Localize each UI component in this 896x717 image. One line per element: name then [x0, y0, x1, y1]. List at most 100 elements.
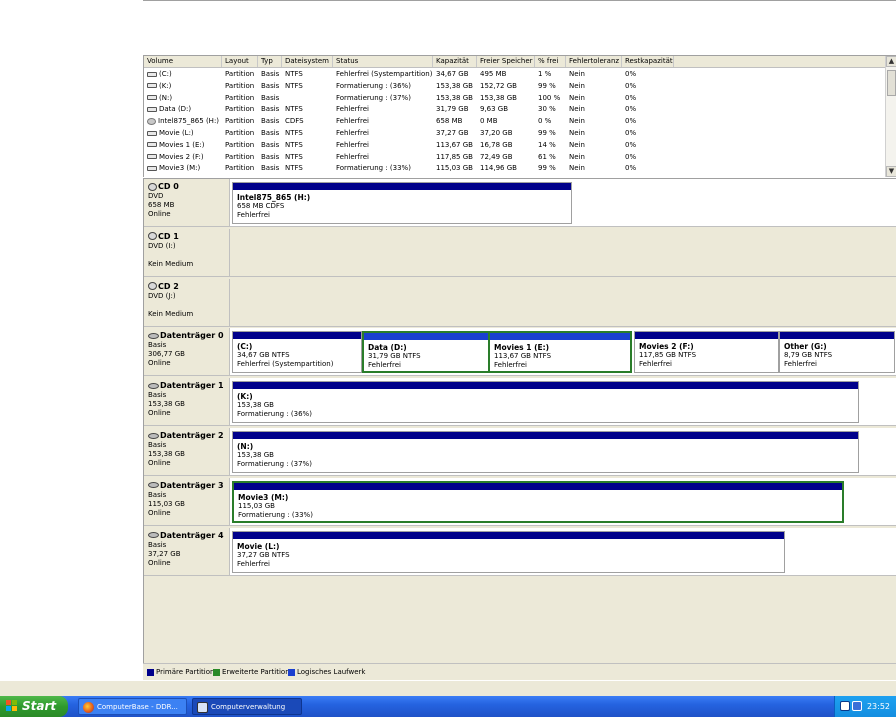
column-header[interactable]: % frei [535, 56, 566, 67]
table-cell: Basis [258, 92, 282, 104]
column-header[interactable]: Fehlertoleranz [566, 56, 622, 67]
disk-title-text: CD 1 [158, 231, 179, 241]
column-header[interactable]: Layout [222, 56, 258, 67]
partition-block[interactable]: Movie (L:) 37,27 GB NTFS Fehlerfrei [232, 530, 785, 573]
table-cell: 658 MB [433, 115, 477, 127]
table-cell: Partition [222, 103, 258, 115]
partition-block[interactable]: Other (G:) 8,79 GB NTFS Fehlerfrei [779, 331, 895, 374]
table-cell: 34,67 GB [433, 68, 477, 80]
table-cell-text: 16,78 GB [480, 140, 513, 149]
column-header[interactable]: Freier Speicher [477, 56, 535, 67]
disk-detail: Kein Medium [148, 309, 194, 318]
clock[interactable]: 23:52 [867, 696, 890, 717]
disk-graphical-view: CD 0 DVD 658 MB Online Intel875_865 (H:) 658 … [143, 178, 896, 664]
table-cell-text: Nein [569, 105, 585, 114]
taskbar-item-label: Computerverwaltung [211, 703, 286, 711]
table-cell-text: 100 % [538, 93, 561, 102]
disk-partition-area [230, 228, 896, 277]
table-row[interactable]: Intel875_865 (H:) Partition Basis CDFS Fehle… [144, 115, 885, 127]
table-cell: Movie (L:) [144, 127, 222, 139]
partition-block[interactable]: (K:) 153,38 GB Formatierung : (36%) [232, 381, 859, 424]
table-cell: 16,78 GB [477, 139, 535, 151]
disk-info[interactable]: CD 0 DVD 658 MB Online [144, 179, 230, 227]
disk-detail [148, 251, 225, 260]
partition-block[interactable]: Data (D:) 31,79 GB NTFS Fehlerfrei [362, 331, 490, 374]
language-bar-icon[interactable] [840, 701, 850, 711]
column-header[interactable]: Volume [144, 56, 222, 67]
column-header[interactable]: Kapazität [433, 56, 477, 67]
table-cell-text: Formatierung : (33%) [336, 164, 411, 173]
partition-name: Data (D:) [368, 343, 407, 353]
table-cell: Basis [258, 162, 282, 174]
disk-info[interactable]: Datenträger 3 Basis 115,03 GB Online [144, 477, 230, 526]
table-cell-text: Nein [569, 117, 585, 126]
table-row[interactable]: (C:) Partition Basis NTFS Fehlerfrei (System… [144, 68, 885, 80]
table-cell-text: 658 MB [436, 117, 463, 126]
partition-type-bar [233, 432, 858, 439]
disk-info[interactable]: Datenträger 0 Basis 306,77 GB Online [144, 328, 230, 377]
disk-detail: Online [148, 558, 171, 567]
disk-title-text: Datenträger 1 [160, 381, 224, 391]
scroll-thumb[interactable] [887, 70, 896, 96]
disk-info[interactable]: Datenträger 4 Basis 37,27 GB Online [144, 527, 230, 576]
partition-text: (N:) 153,38 GB Formatierung : (37%) [237, 442, 856, 469]
disk-detail: DVD [148, 192, 164, 200]
partition-block[interactable]: Movie3 (M:) 115,03 GB Formatierung : (33%) [232, 480, 844, 523]
disk-info[interactable]: CD 1 DVD (I:) Kein Medium [144, 228, 230, 277]
partition-block[interactable]: Movies 2 (F:) 117,85 GB NTFS Fehlerfrei [634, 331, 779, 374]
partition-status: Fehlerfrei [237, 559, 270, 568]
table-cell-text: (K:) [159, 81, 172, 90]
window-top-border [143, 0, 896, 1]
network-icon[interactable] [852, 701, 862, 711]
scroll-up-icon[interactable]: ▲ [886, 56, 896, 67]
table-row[interactable]: Movies 1 (E:) Partition Basis NTFS Fehlerfre… [144, 139, 885, 151]
column-header[interactable]: Typ [258, 56, 282, 67]
taskbar-item-computerverwaltung[interactable]: Computerverwaltung [192, 698, 302, 715]
table-cell-text: Movies 1 (E:) [159, 140, 205, 149]
table-cell-text: 114,96 GB [480, 164, 517, 173]
disk-detail: 306,77 GB [148, 350, 185, 359]
disk-detail: Basis [148, 540, 167, 549]
table-row[interactable]: (K:) Partition Basis NTFS Formatierung : (36… [144, 80, 885, 92]
table-cell: 0% [622, 103, 674, 115]
disk-info[interactable]: Datenträger 2 Basis 153,38 GB Online [144, 428, 230, 476]
table-cell: (C:) [144, 68, 222, 80]
table-row[interactable]: Data (D:) Partition Basis NTFS Fehlerfrei 31,… [144, 103, 885, 115]
disk-row: Datenträger 3 Basis 115,03 GB Online Movie3 … [144, 477, 896, 528]
disk-title: Datenträger 3 [148, 481, 225, 491]
cd-icon [147, 117, 156, 125]
disk-detail: Basis [148, 441, 167, 449]
table-cell-text: Nein [569, 140, 585, 149]
partition-block[interactable]: (N:) 153,38 GB Formatierung : (37%) [232, 431, 859, 473]
table-cell: Nein [566, 68, 622, 80]
table-cell: 152,72 GB [477, 80, 535, 92]
start-button[interactable]: Start [0, 696, 68, 717]
table-row[interactable]: Movie (L:) Partition Basis NTFS Fehlerfrei 37… [144, 127, 885, 139]
disk-partition-area: Intel875_865 (H:) 658 MB CDFS Fehlerfrei [230, 179, 896, 227]
volume-list-scrollbar[interactable]: ▲ ▼ [885, 56, 896, 177]
table-row[interactable]: Movies 2 (F:) Partition Basis NTFS Fehlerfre… [144, 151, 885, 163]
column-header[interactable]: Dateisystem [282, 56, 333, 67]
partition-block[interactable]: Intel875_865 (H:) 658 MB CDFS Fehlerfrei [232, 182, 572, 224]
table-cell-text: Movie (L:) [159, 129, 194, 137]
table-cell-text: 0% [625, 105, 637, 114]
disk-info[interactable]: Datenträger 1 Basis 153,38 GB Online [144, 378, 230, 427]
table-cell-text: 115,03 GB [436, 164, 473, 173]
volume-list[interactable]: Volume Layout Typ Dateisystem Status Kapazitä… [143, 55, 896, 177]
taskbar-item-computerbase[interactable]: ComputerBase - DDR... [78, 698, 187, 715]
disk-info[interactable]: CD 2 DVD (J:) Kein Medium [144, 278, 230, 327]
column-header[interactable]: Restkapazität [622, 56, 674, 67]
column-header[interactable]: Status [333, 56, 433, 67]
partition-name: Movies 1 (E:) [494, 343, 550, 353]
disk-title: CD 0 [148, 182, 225, 192]
partition-block[interactable]: Movies 1 (E:) 113,67 GB NTFS Fehlerfrei [488, 331, 632, 374]
partition-type-bar [233, 531, 784, 539]
table-row[interactable]: (N:) Partition Basis Formatierung : (37%) 15… [144, 92, 885, 104]
table-row[interactable]: Movie3 (M:) Partition Basis NTFS Formatierun… [144, 162, 885, 174]
scroll-down-icon[interactable]: ▼ [886, 166, 896, 177]
table-cell: 0% [622, 115, 674, 127]
partition-block[interactable]: (C:) 34,67 GB NTFS Fehlerfrei (Systemparti… [232, 331, 362, 374]
table-cell-text: 34,67 GB [436, 70, 469, 78]
disk-detail: 115,03 GB [148, 499, 185, 508]
table-cell-text: Basis [261, 70, 280, 78]
